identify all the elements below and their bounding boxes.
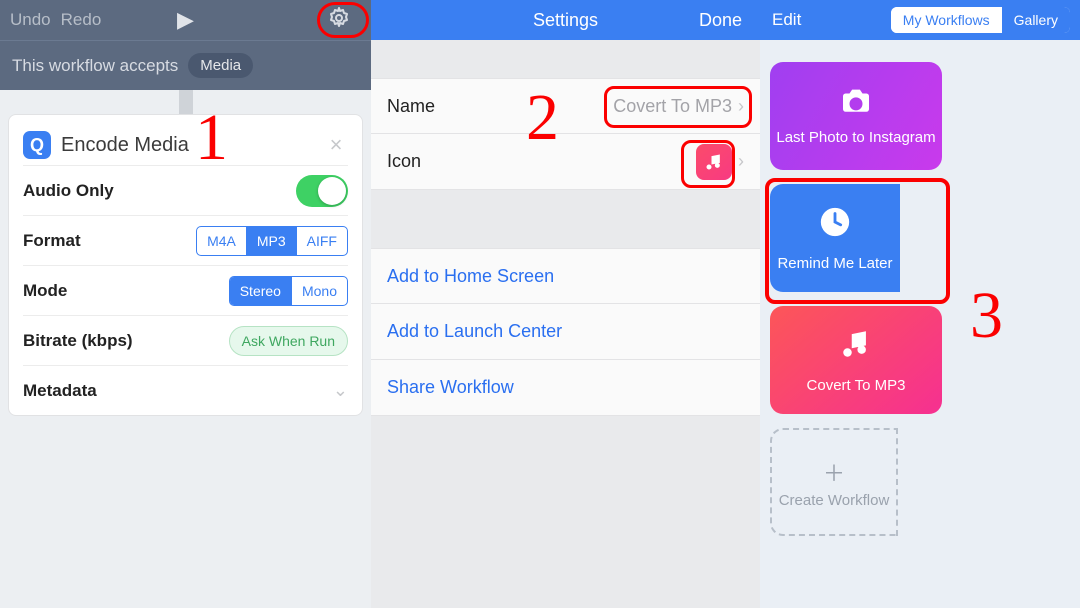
workflows-home-panel: Edit My Workflows Gallery Last Photo to … [760, 0, 1080, 608]
annotation-circle-gear [317, 2, 369, 38]
cell-share-workflow[interactable]: Share Workflow [371, 360, 760, 416]
mode-opt-mono[interactable]: Mono [292, 277, 347, 305]
music-icon [839, 327, 873, 369]
format-opt-mp3[interactable]: MP3 [247, 227, 297, 255]
icon-label: Icon [387, 151, 696, 172]
editor-workflow-panel: Undo Redo ▶ This workflow accepts Media … [0, 0, 371, 608]
plus-icon: ＋ [823, 456, 845, 488]
tile-create-workflow[interactable]: ＋ Create Workflow [770, 428, 898, 536]
name-label: Name [387, 96, 613, 117]
switch-audio-only[interactable] [296, 175, 348, 207]
accepts-text: This workflow accepts [12, 56, 178, 76]
accepts-type-pill[interactable]: Media [188, 53, 253, 78]
done-button[interactable]: Done [699, 10, 742, 31]
music-icon [696, 144, 732, 180]
row-metadata[interactable]: Metadata ⌄ [23, 365, 348, 415]
workflow-accepts-bar: This workflow accepts Media [0, 40, 371, 90]
label-format: Format [23, 231, 196, 251]
workflow-tile-grid: Last Photo to Instagram Remind Me Later … [760, 40, 1080, 558]
cell-name[interactable]: Name Covert To MP3› [371, 78, 760, 134]
home-topbar: Edit My Workflows Gallery [760, 0, 1080, 40]
row-format: Format M4A MP3 AIFF [23, 215, 348, 265]
link-share-workflow: Share Workflow [387, 377, 514, 398]
segmented-format[interactable]: M4A MP3 AIFF [196, 226, 348, 256]
flow-connector [179, 90, 193, 114]
redo-button[interactable]: Redo [61, 10, 102, 30]
camera-icon [839, 87, 873, 121]
tile-last-photo-instagram[interactable]: Last Photo to Instagram [770, 62, 942, 170]
format-opt-m4a[interactable]: M4A [197, 227, 247, 255]
tile-label: Create Workflow [779, 492, 890, 509]
cell-add-launch[interactable]: Add to Launch Center [371, 304, 760, 360]
link-add-launch: Add to Launch Center [387, 321, 562, 342]
clock-icon [818, 205, 852, 247]
chevron-right-icon: › [738, 151, 744, 172]
label-mode: Mode [23, 281, 229, 301]
label-metadata: Metadata [23, 381, 327, 401]
seg-gallery[interactable]: Gallery [1002, 7, 1070, 33]
segmented-mode[interactable]: Stereo Mono [229, 276, 348, 306]
settings-panel: Settings Done Name Covert To MP3› Icon ›… [371, 0, 760, 608]
label-bitrate: Bitrate (kbps) [23, 331, 229, 351]
mode-opt-stereo[interactable]: Stereo [230, 277, 292, 305]
undo-button[interactable]: Undo [10, 10, 51, 30]
icon-value: › [696, 144, 744, 180]
cell-add-home[interactable]: Add to Home Screen [371, 248, 760, 304]
link-add-home: Add to Home Screen [387, 266, 554, 287]
row-bitrate: Bitrate (kbps) Ask When Run [23, 315, 348, 365]
tile-remind-me-later[interactable]: Remind Me Later [770, 184, 900, 292]
row-audio-only: Audio Only [23, 165, 348, 215]
settings-title: Settings [533, 10, 598, 31]
row-mode: Mode Stereo Mono [23, 265, 348, 315]
editor-topbar: Undo Redo ▶ [0, 0, 371, 40]
tile-label: Last Photo to Instagram [776, 129, 935, 146]
play-icon[interactable]: ▶ [177, 7, 194, 33]
close-icon[interactable]: × [324, 132, 348, 158]
chevron-down-icon: ⌄ [333, 380, 348, 401]
action-card-encode-media: Q Encode Media × Audio Only Format M4A M… [8, 114, 363, 416]
action-card-title: Encode Media [61, 134, 324, 157]
bitrate-ask-button[interactable]: Ask When Run [229, 326, 348, 356]
name-value: Covert To MP3› [613, 96, 744, 117]
segmented-library[interactable]: My Workflows Gallery [891, 7, 1070, 33]
editor-canvas: Q Encode Media × Audio Only Format M4A M… [0, 90, 371, 608]
label-audio-only: Audio Only [23, 181, 296, 201]
chevron-right-icon: › [738, 96, 744, 117]
cell-icon[interactable]: Icon › [371, 134, 760, 190]
seg-my-workflows[interactable]: My Workflows [891, 7, 1002, 33]
tile-label: Covert To MP3 [807, 377, 906, 394]
tile-convert-to-mp3[interactable]: Covert To MP3 [770, 306, 942, 414]
quicktime-icon: Q [23, 131, 51, 159]
tile-label: Remind Me Later [777, 255, 892, 272]
action-card-header: Q Encode Media × [23, 125, 348, 165]
edit-button[interactable]: Edit [772, 10, 801, 30]
format-opt-aiff[interactable]: AIFF [297, 227, 347, 255]
settings-body: Name Covert To MP3› Icon › Add to Home S… [371, 40, 760, 416]
settings-topbar: Settings Done [371, 0, 760, 40]
